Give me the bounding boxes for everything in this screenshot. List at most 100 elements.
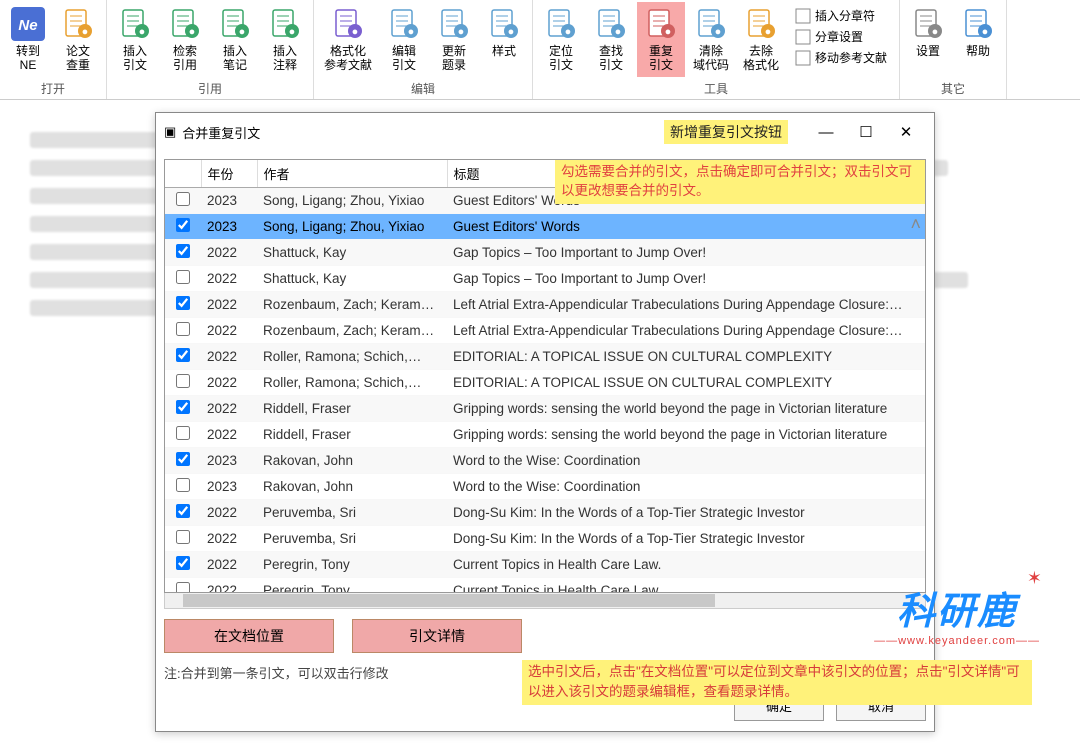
ribbon-button-label: 样式 [492,44,516,58]
close-button[interactable]: ✕ [886,119,926,145]
table-row[interactable]: 2022Peregrin, TonyCurrent Topics in Heal… [165,552,925,578]
table-row[interactable]: 2022Peruvemba, SriDong-Su Kim: In the Wo… [165,526,925,552]
row-checkbox[interactable] [176,400,190,414]
citation-detail-button[interactable]: 引文详情 [352,619,522,653]
insert-citation-icon: ● [117,6,153,42]
horizontal-scrollbar[interactable] [164,593,926,609]
table-row[interactable]: 2022Roller, Ramona; Schich,…EDITORIAL: A… [165,370,925,396]
row-checkbox[interactable] [176,478,190,492]
section-settings[interactable]: 分章设置 [791,27,891,46]
row-checkbox[interactable] [176,556,190,570]
annotation-buttons: 选中引文后，点击"在文档位置"可以定位到文章中该引文的位置；点击"引文详情"可以… [522,660,1032,705]
move-references[interactable]: 移动参考文献 [791,48,891,67]
cell-author: Roller, Ramona; Schich,… [257,344,447,370]
section-settings-icon [795,29,811,45]
minimize-button[interactable]: — [806,120,846,145]
svg-text:●: ● [508,26,515,38]
ribbon-button-label: 帮助 [966,44,990,58]
row-checkbox[interactable] [176,322,190,336]
cell-author: Song, Ligang; Zhou, Yixiao [257,188,447,214]
cell-author: Shattuck, Kay [257,266,447,292]
row-checkbox[interactable] [176,348,190,362]
row-checkbox[interactable] [176,296,190,310]
cell-year: 2022 [201,266,257,292]
cell-year: 2022 [201,370,257,396]
style-icon: ● [486,6,522,42]
table-row[interactable]: 2022Shattuck, KayGap Topics – Too Import… [165,240,925,266]
remove-format-button[interactable]: ●去除 格式化 [737,2,785,77]
edit-citation-button[interactable]: ●编辑 引文 [380,2,428,77]
find-citation-icon: ● [593,6,629,42]
insert-section-break[interactable]: 插入分章符 [791,6,891,25]
small-item-label: 移动参考文献 [815,49,887,66]
svg-text:●: ● [765,26,772,38]
table-row[interactable]: 2022Riddell, FraserGripping words: sensi… [165,422,925,448]
table-row[interactable]: 2022Peregrin, TonyCurrent Topics in Heal… [165,578,925,594]
ribbon-button-label: 编辑 引文 [392,44,416,73]
insert-comment-button[interactable]: ●插入 注释 [261,2,309,77]
format-refs-button[interactable]: ●格式化 参考文献 [318,2,378,77]
table-row[interactable]: 2022Riddell, FraserGripping words: sensi… [165,396,925,422]
edit-citation-icon: ● [386,6,422,42]
table-row[interactable]: 2022Roller, Ramona; Schich,…EDITORIAL: A… [165,344,925,370]
locate-citation-button[interactable]: ●定位 引文 [537,2,585,77]
dialog-title: 合并重复引文 [182,123,260,142]
citations-table: 年份 作者 标题 2023Song, Ligang; Zhou, YixiaoG… [165,160,925,593]
ribbon-button-label: 查找 引文 [599,44,623,73]
table-row[interactable]: 2023Rakovan, JohnWord to the Wise: Coord… [165,474,925,500]
cell-title: Dong-Su Kim: In the Words of a Top-Tier … [447,500,925,526]
row-checkbox[interactable] [176,530,190,544]
row-checkbox[interactable] [176,270,190,284]
maximize-button[interactable]: ☐ [846,119,886,145]
cell-title: Word to the Wise: Coordination [447,474,925,500]
cell-author: Peruvemba, Sri [257,526,447,552]
ribbon-group-label: 其它 [904,78,1002,99]
style-button[interactable]: ● 样式 [480,2,528,62]
cell-title: Current Topics in Health Care Law. [447,578,925,594]
update-record-button[interactable]: ●更新 题录 [430,2,478,77]
col-year[interactable]: 年份 [201,160,257,188]
row-checkbox[interactable] [176,504,190,518]
scroll-up-icon[interactable]: ˄ [910,214,921,235]
locate-citation-icon: ● [543,6,579,42]
row-checkbox[interactable] [176,426,190,440]
cell-year: 2022 [201,578,257,594]
clear-field-button[interactable]: ●清除 域代码 [687,2,735,77]
row-checkbox[interactable] [176,452,190,466]
goto-ne-button[interactable]: Ne转到 NE [4,2,52,77]
insert-note-button[interactable]: ●插入 笔记 [211,2,259,77]
svg-text:●: ● [565,26,572,38]
table-row[interactable]: 2022Rozenbaum, Zach; Keram…Left Atrial E… [165,292,925,318]
table-row[interactable]: 2023Song, Ligang; Zhou, YixiaoGuest Edit… [165,214,925,240]
ribbon-button-label: 插入 注释 [273,44,297,73]
table-row[interactable]: 2022Rozenbaum, Zach; Keram…Left Atrial E… [165,318,925,344]
row-checkbox[interactable] [176,192,190,206]
table-row[interactable]: 2022Shattuck, KayGap Topics – Too Import… [165,266,925,292]
help-button[interactable]: ● 帮助 [954,2,1002,62]
paper-check-button[interactable]: ●论文 查重 [54,2,102,77]
col-author[interactable]: 作者 [257,160,447,188]
svg-text:●: ● [458,26,465,38]
svg-text:●: ● [189,26,196,38]
row-checkbox[interactable] [176,218,190,232]
row-checkbox[interactable] [176,244,190,258]
locate-in-doc-button[interactable]: 在文档位置 [164,619,334,653]
find-citation-button[interactable]: ● 查找 引文 [587,2,635,77]
table-row[interactable]: 2022Peruvemba, SriDong-Su Kim: In the Wo… [165,500,925,526]
ribbon-button-label: 转到 NE [16,44,40,73]
cell-year: 2022 [201,526,257,552]
cell-title: Word to the Wise: Coordination [447,448,925,474]
search-citation-icon: ● [167,6,203,42]
svg-text:●: ● [615,26,622,38]
insert-citation-button[interactable]: ●插入 引文 [111,2,159,77]
small-item-label: 插入分章符 [815,7,875,24]
settings-button[interactable]: ●设置 [904,2,952,62]
duplicate-citation-button[interactable]: ●重复 引文 [637,2,685,77]
svg-text:●: ● [982,26,989,38]
row-checkbox[interactable] [176,374,190,388]
row-checkbox[interactable] [176,582,190,593]
table-row[interactable]: 2023Rakovan, JohnWord to the Wise: Coord… [165,448,925,474]
search-citation-button[interactable]: ●检索 引用 [161,2,209,77]
cell-title: Gap Topics – Too Important to Jump Over! [447,266,925,292]
col-checkbox[interactable] [165,160,201,188]
